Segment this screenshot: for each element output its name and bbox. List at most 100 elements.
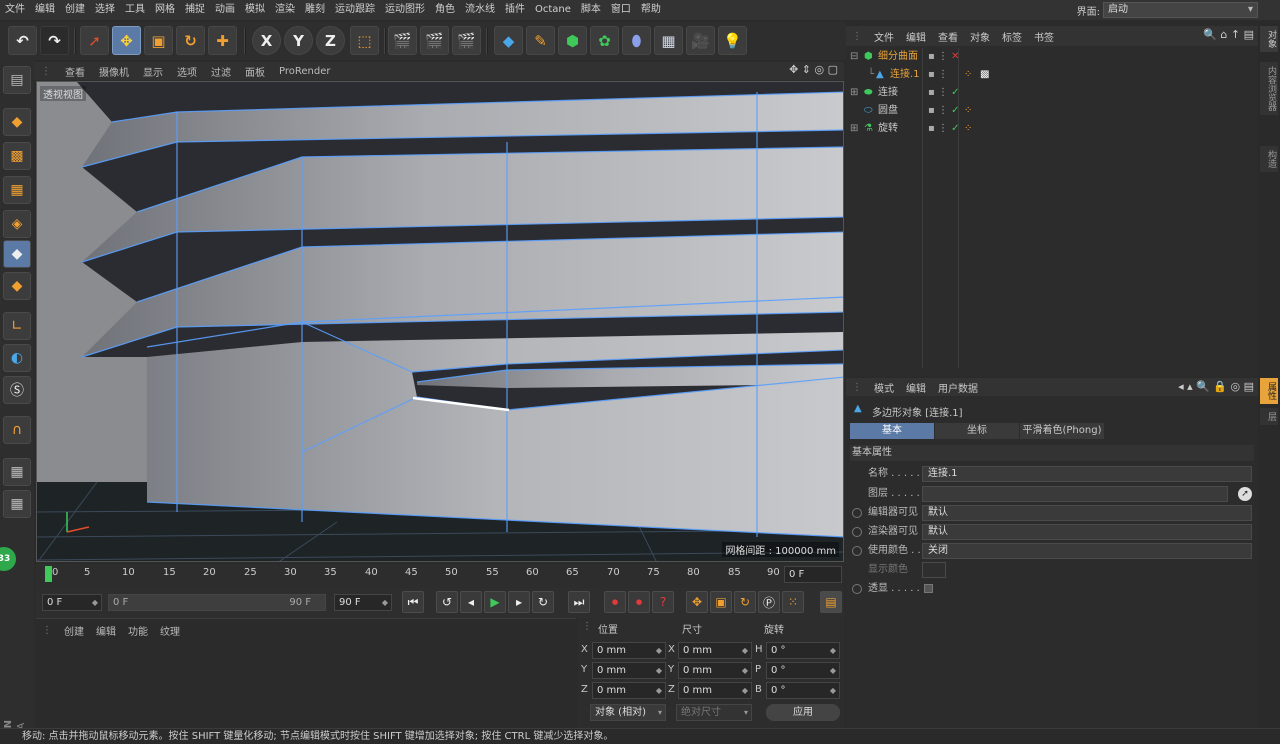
timeline-icon[interactable]: ▤ [820, 591, 842, 613]
play-icon[interactable]: ▶ [484, 591, 506, 613]
tab-phong[interactable]: 平滑着色(Phong) [1020, 423, 1104, 439]
display-color-swatch[interactable] [922, 562, 946, 578]
light-icon[interactable]: 💡 [718, 26, 747, 55]
menu-plugins[interactable]: 插件 [500, 0, 530, 20]
undo-icon[interactable]: ↶ [8, 26, 37, 55]
end-frame-field[interactable]: 90 F ◆ [334, 594, 392, 611]
workplane-lock-icon[interactable]: ▦ [3, 458, 31, 486]
viewport-nav-icons[interactable]: ✥ ⇕ ◎ ▢ [789, 63, 838, 76]
attr-layer-field[interactable] [922, 486, 1228, 502]
expand-icon[interactable]: ⊞ [850, 84, 858, 102]
object-row[interactable]: ⬭ 圆盘 ▪ ⋮ ✓ ⁘ [846, 102, 1258, 120]
attr-menu-userdata[interactable]: 用户数据 [932, 380, 984, 395]
frame-range-slider[interactable]: 0 F 90 F [108, 594, 326, 611]
y-axis-icon[interactable]: Y [284, 26, 313, 55]
cube-icon[interactable]: ◆ [494, 26, 523, 55]
render-visible-select[interactable]: 默认 [922, 524, 1252, 540]
menu-edit[interactable]: 编辑 [30, 0, 60, 20]
playhead[interactable] [45, 566, 52, 582]
vp-menu-prorender[interactable]: ProRender [272, 66, 337, 77]
menu-tools[interactable]: 工具 [120, 0, 150, 20]
tab-attributes[interactable]: 属性 [1260, 378, 1278, 404]
next-key-icon[interactable]: ↻ [532, 591, 554, 613]
tab-layers[interactable]: 层 [1260, 408, 1278, 425]
layer-icon[interactable]: ▪ ⋮ ✓ [928, 120, 960, 138]
attribute-nav-icons[interactable]: ◂ ▴ 🔍 🔒 ◎ ▤ [1178, 380, 1254, 393]
menu-mesh[interactable]: 网格 [150, 0, 180, 20]
menu-help[interactable]: 帮助 [636, 0, 666, 20]
animate-radio-icon[interactable] [852, 527, 862, 537]
attr-menu-mode[interactable]: 模式 [868, 380, 900, 395]
rot-b-field[interactable]: 0 ° ◆ [766, 682, 840, 699]
animate-radio-icon[interactable] [852, 546, 862, 556]
tab-content-browser[interactable]: 内容浏览器 [1260, 62, 1278, 115]
key-rotate-icon[interactable]: ↻ [734, 591, 756, 613]
render-view-icon[interactable]: 🎬 [388, 26, 417, 55]
obj-menu-bookmark[interactable]: 书签 [1028, 29, 1060, 44]
object-name[interactable]: 圆盘 [878, 102, 898, 120]
deformer-icon[interactable]: ⬮ [622, 26, 651, 55]
menu-octane[interactable]: Octane [530, 0, 576, 20]
move-icon[interactable]: ✥ [112, 26, 141, 55]
menu-window[interactable]: 窗口 [606, 0, 636, 20]
timeline-ruler[interactable]: 0 5 10 15 20 25 30 35 40 45 50 55 60 65 … [36, 564, 844, 588]
goto-start-icon[interactable]: ⏮ [402, 591, 424, 613]
menu-render[interactable]: 渲染 [270, 0, 300, 20]
goto-end-icon[interactable]: ⏭ [568, 591, 590, 613]
menu-snap[interactable]: 捕捉 [180, 0, 210, 20]
editor-visible-select[interactable]: 默认 [922, 505, 1252, 521]
menu-select[interactable]: 选择 [90, 0, 120, 20]
render-pv-icon[interactable]: 🎬 [420, 26, 449, 55]
mode-edge-icon[interactable]: ◆ [3, 240, 31, 268]
axis-icon[interactable]: ∟ [3, 312, 31, 340]
obj-menu-object[interactable]: 对象 [964, 29, 996, 44]
vp-menu-panel[interactable]: 面板 [238, 64, 272, 79]
select-icon[interactable]: ➚ [80, 26, 109, 55]
pick-icon[interactable]: ➚ [1238, 487, 1252, 501]
size-mode-select[interactable]: 绝对尺寸 ▾ [676, 704, 752, 721]
coord-system-icon[interactable]: ⬚ [350, 26, 379, 55]
vp-menu-display[interactable]: 显示 [136, 64, 170, 79]
menu-sculpt[interactable]: 雕刻 [300, 0, 330, 20]
object-name[interactable]: 细分曲面 [878, 48, 918, 66]
object-name[interactable]: 连接.1 [890, 66, 920, 84]
pos-y-field[interactable]: 0 mm ◆ [592, 662, 666, 679]
animate-radio-icon[interactable] [852, 508, 862, 518]
tab-basic[interactable]: 基本 [850, 423, 934, 439]
obj-menu-file[interactable]: 文件 [868, 29, 900, 44]
attr-name-field[interactable]: 连接.1 [922, 466, 1252, 482]
autokey-icon[interactable]: ⏺ [628, 591, 650, 613]
object-row[interactable]: └ ▲ 连接.1 ▪ ⋮ ⁘ ▩ [846, 66, 1258, 84]
layer-icon[interactable]: ▪ ⋮ ✕ [928, 48, 960, 66]
record-icon[interactable]: ⏺ [604, 591, 626, 613]
rot-p-field[interactable]: 0 ° ◆ [766, 662, 840, 679]
mat-menu-edit[interactable]: 编辑 [90, 623, 122, 638]
phong-tag-icon[interactable]: ⁘ [964, 120, 972, 138]
expand-icon[interactable]: ⊞ [850, 120, 858, 138]
z-axis-icon[interactable]: Z [316, 26, 345, 55]
uvw-tag-icon[interactable]: ▩ [980, 66, 989, 84]
workplane-icon[interactable]: ▦ [3, 490, 31, 518]
object-name[interactable]: 连接 [878, 84, 898, 102]
add-icon[interactable]: ✚ [208, 26, 237, 55]
pos-x-field[interactable]: 0 mm ◆ [592, 642, 666, 659]
next-frame-icon[interactable]: ▸ [508, 591, 530, 613]
coord-mode-select[interactable]: 对象 (相对) ▾ [590, 704, 666, 721]
vp-menu-view[interactable]: 查看 [58, 64, 92, 79]
floor-icon[interactable]: ▦ [654, 26, 683, 55]
tweak-icon[interactable]: ◐ [3, 344, 31, 372]
vp-menu-camera[interactable]: 摄像机 [92, 64, 136, 79]
scale-icon[interactable]: ▣ [144, 26, 173, 55]
object-row[interactable]: ⊞ ⚗ 旋转 ▪ ⋮ ✓ ⁘ [846, 120, 1258, 138]
mode-point-icon[interactable]: ◈ [3, 210, 31, 238]
apply-button[interactable]: 应用 [766, 704, 840, 721]
object-row[interactable]: ⊟ ⬢ 细分曲面 ▪ ⋮ ✕ [846, 48, 1258, 66]
mat-menu-function[interactable]: 功能 [122, 623, 154, 638]
collapse-icon[interactable]: ⊟ [850, 48, 858, 66]
use-color-select[interactable]: 关闭 [922, 543, 1252, 559]
menu-pipeline[interactable]: 流水线 [460, 0, 500, 20]
key-scale-icon[interactable]: ▣ [710, 591, 732, 613]
phong-tag-icon[interactable]: ⁘ [964, 102, 972, 120]
mat-menu-create[interactable]: 创建 [58, 623, 90, 638]
mode-workplane-icon[interactable]: ▦ [3, 176, 31, 204]
